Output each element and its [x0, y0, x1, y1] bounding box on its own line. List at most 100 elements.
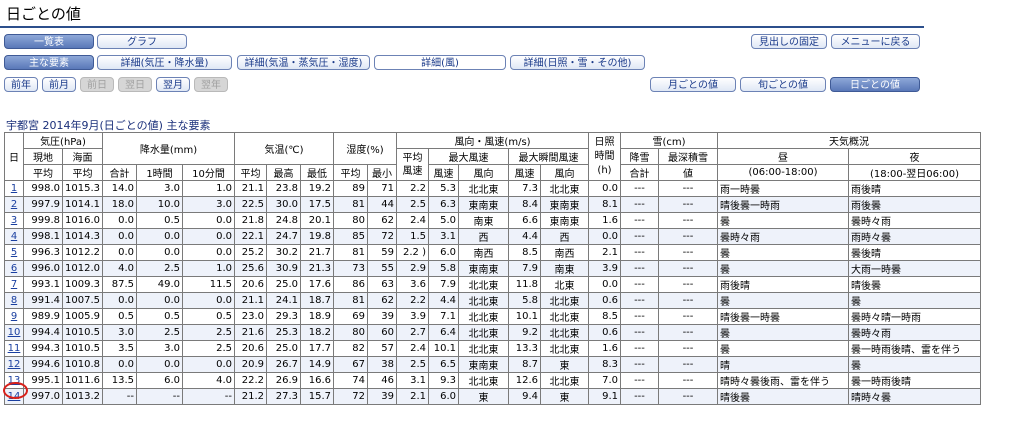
table-cell: 0.0 [588, 228, 621, 245]
table-cell: 晴時々曇 [848, 388, 981, 405]
prev-day-button[interactable]: 前日 [80, 77, 114, 92]
table-row: 11 994.3 1010.5 3.5 3.0 2.5 20.6 25.0 17.7 82 57 2.… [4, 340, 981, 357]
next-month-button[interactable]: 翌月 [156, 77, 190, 92]
dekad-values-button[interactable]: 旬ごとの値 [740, 77, 826, 92]
day-link[interactable]: 2 [4, 196, 24, 213]
monthly-values-button[interactable]: 月ごとの値 [650, 77, 736, 92]
header-precip: 降水量(mm) [102, 132, 235, 165]
table-cell: 晴後曇 [717, 388, 849, 405]
fix-header-button[interactable]: 見出しの固定 [751, 34, 827, 49]
day-link[interactable]: 14 [4, 388, 24, 405]
table-cell: 8.1 [588, 196, 621, 213]
table-row: 2 997.9 1014.1 18.0 10.0 3.0 22.5 30.0 17.5 81 44 2… [4, 196, 981, 213]
tab-detail-sun-snow[interactable]: 詳細(日照・雪・その他) [510, 55, 645, 70]
table-cell: 8.7 [508, 356, 541, 373]
table-cell: 曇 [717, 340, 849, 357]
day-link[interactable]: 5 [4, 244, 24, 261]
back-to-menu-button[interactable]: メニューに戻る [831, 34, 920, 49]
day-link[interactable]: 12 [4, 356, 24, 373]
tab-detail-pressure-precip[interactable]: 詳細(気圧・降水量) [97, 55, 232, 70]
day-link[interactable]: 1 [4, 180, 24, 197]
table-cell: 曇一時雨後晴、雷を伴う [848, 340, 981, 357]
day-link-text[interactable]: 12 [8, 359, 21, 370]
table-cell: 44 [367, 196, 397, 213]
day-link-text[interactable]: 7 [11, 279, 17, 290]
day-link-text[interactable]: 3 [11, 215, 17, 226]
day-link-text[interactable]: 13 [8, 375, 21, 386]
day-link-text[interactable]: 11 [8, 343, 21, 354]
header-avg: 平均 [23, 164, 63, 181]
page-title: 日ごとの値 [6, 5, 81, 23]
table-cell: 0.0 [182, 244, 235, 261]
day-link[interactable]: 9 [4, 308, 24, 325]
tab-list[interactable]: 一覧表 [4, 34, 94, 49]
table-cell: 2.5 [136, 260, 183, 277]
table-cell: 4.0 [182, 372, 235, 389]
table-cell: 9.4 [508, 388, 541, 405]
header-day-weather: 昼 [717, 148, 849, 165]
day-link[interactable]: 3 [4, 212, 24, 229]
table-cell: 晴後曇一時雨 [717, 196, 849, 213]
table-cell: 67 [333, 356, 368, 373]
day-link[interactable]: 6 [4, 260, 24, 277]
day-link-text[interactable]: 10 [8, 327, 21, 338]
table-cell: 18.7 [300, 292, 334, 309]
header-humidity: 湿度(%) [333, 132, 397, 165]
table-cell: 55 [367, 260, 397, 277]
table-cell: --- [658, 292, 718, 309]
day-link-text[interactable]: 6 [11, 263, 17, 274]
next-year-button[interactable]: 翌年 [194, 77, 228, 92]
table-cell: 0.0 [588, 276, 621, 293]
table-cell: --- [620, 324, 659, 341]
table-cell: 1009.3 [62, 276, 103, 293]
table-cell: 60 [367, 324, 397, 341]
prev-month-button[interactable]: 前月 [42, 77, 76, 92]
table-cell: 2.5 [396, 356, 429, 373]
table-cell: 1015.3 [62, 180, 103, 197]
table-cell: 3.1 [396, 372, 429, 389]
day-link-text[interactable]: 9 [11, 311, 17, 322]
next-day-button[interactable]: 翌日 [118, 77, 152, 92]
table-cell: 1010.8 [62, 356, 103, 373]
table-row: 7 993.1 1009.3 87.5 49.0 11.5 20.6 25.0 17.6 86 63… [4, 276, 981, 293]
tab-graph[interactable]: グラフ [97, 34, 187, 49]
table-cell: --- [620, 388, 659, 405]
table-cell: 0.5 [136, 308, 183, 325]
day-link[interactable]: 4 [4, 228, 24, 245]
day-link-text[interactable]: 2 [11, 199, 17, 210]
table-cell: 57 [367, 340, 397, 357]
table-cell: -- [182, 388, 235, 405]
day-link[interactable]: 11 [4, 340, 24, 357]
table-cell: --- [658, 340, 718, 357]
day-link-text[interactable]: 5 [11, 247, 17, 258]
table-cell: --- [658, 244, 718, 261]
daily-values-button[interactable]: 日ごとの値 [830, 77, 920, 92]
day-link[interactable]: 13 [4, 372, 24, 389]
tab-detail-temp-humidity[interactable]: 詳細(気温・蒸気圧・湿度) [237, 55, 370, 70]
day-link-text[interactable]: 14 [8, 391, 21, 402]
day-link-text[interactable]: 8 [11, 295, 17, 306]
prev-year-button[interactable]: 前年 [4, 77, 38, 92]
table-cell: 曇 [717, 292, 849, 309]
day-link[interactable]: 8 [4, 292, 24, 309]
table-cell: 東南東 [540, 196, 589, 213]
table-cell: 3.9 [396, 308, 429, 325]
day-link[interactable]: 7 [4, 276, 24, 293]
day-link[interactable]: 10 [4, 324, 24, 341]
table-row: 6 996.0 1012.0 4.0 2.5 1.0 25.6 30.9 21.3 73 55 2.9… [4, 260, 981, 277]
table-cell: --- [620, 212, 659, 229]
day-link-text[interactable]: 4 [11, 231, 17, 242]
header-avg-wind: 平均 風速 [396, 148, 429, 181]
header-dir: 風向 [458, 164, 509, 181]
header-night-range: (18:00-翌日06:00) [848, 164, 981, 181]
table-cell: 2.5 [182, 324, 235, 341]
table-cell: 2.5 [182, 340, 235, 357]
table-cell: 26.7 [266, 356, 301, 373]
tab-detail-wind[interactable]: 詳細(風) [374, 55, 506, 70]
table-cell: 東南東 [458, 356, 509, 373]
day-link-text[interactable]: 1 [11, 183, 17, 194]
tab-main-elements[interactable]: 主な要素 [4, 55, 94, 70]
table-cell: 59 [367, 244, 397, 261]
table-cell: 18.0 [102, 196, 137, 213]
table-cell: 81 [333, 292, 368, 309]
